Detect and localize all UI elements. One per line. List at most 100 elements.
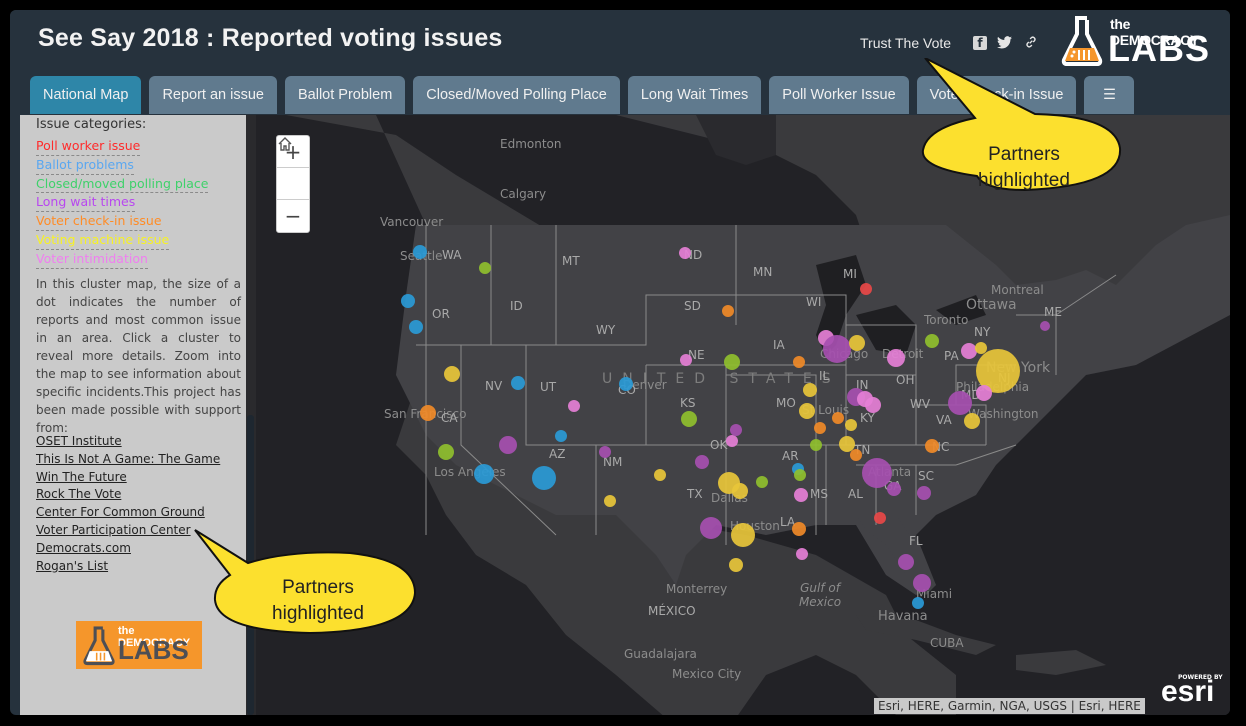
cluster-dot-checkin[interactable] (793, 356, 805, 368)
cluster-dot-machine[interactable] (729, 558, 743, 572)
state-label: MO (776, 396, 796, 410)
partner-link[interactable]: OSET Institute (36, 433, 220, 451)
cluster-dot-closed[interactable] (794, 469, 806, 481)
cluster-dot-machine[interactable] (799, 403, 815, 419)
cluster-dot-ballot[interactable] (401, 294, 415, 308)
cluster-dot-closed[interactable] (810, 439, 822, 451)
place-label: CUBA (930, 636, 964, 650)
cluster-dot-checkin[interactable] (420, 405, 436, 421)
cluster-dot-ballot[interactable] (409, 320, 423, 334)
zoom-out-button[interactable]: − (277, 200, 309, 231)
facebook-icon[interactable]: f (973, 36, 987, 50)
state-label: WI (806, 295, 822, 309)
twitter-icon[interactable] (996, 34, 1012, 50)
place-label: Monterrey (666, 582, 728, 596)
category-long-wait-times[interactable]: Long wait times (36, 193, 136, 213)
cluster-dot-wait[interactable] (862, 458, 892, 488)
partner-link[interactable]: Center For Common Ground (36, 504, 220, 522)
category-voter-check-in-issue[interactable]: Voter check-in issue (36, 212, 162, 231)
cluster-dot-machine[interactable] (964, 413, 980, 429)
partner-link[interactable]: Win The Future (36, 469, 220, 487)
cluster-dot-checkin[interactable] (925, 439, 939, 453)
category-poll-worker-issue[interactable]: Poll worker issue (36, 137, 141, 156)
cluster-dot-intimidation[interactable] (726, 435, 738, 447)
place-label: Ottawa (966, 297, 1017, 313)
cluster-dot-intimidation[interactable] (794, 488, 808, 502)
cluster-dot-machine[interactable] (654, 469, 666, 481)
map-description: In this cluster map, the size of a dot i… (36, 277, 241, 435)
state-label: IA (773, 338, 785, 352)
cluster-dot-checkin[interactable] (850, 449, 862, 461)
cluster-dot-intimidation[interactable] (976, 385, 992, 401)
cluster-dot-machine[interactable] (849, 335, 865, 351)
cluster-dot-closed[interactable] (438, 444, 454, 460)
trust-the-vote-link[interactable]: Trust The Vote (860, 35, 951, 51)
partner-link[interactable]: This Is Not A Game: The Game (36, 451, 220, 469)
cluster-dot-poll-worker[interactable] (860, 283, 872, 295)
tab-ballot-problem[interactable]: Ballot Problem (285, 76, 406, 114)
category-ballot-problems[interactable]: Ballot problems (36, 156, 134, 175)
cluster-dot-wait[interactable] (917, 486, 931, 500)
partner-link[interactable]: Rock The Vote (36, 486, 220, 504)
cluster-dot-wait[interactable] (695, 455, 709, 469)
cluster-dot-wait[interactable] (730, 424, 742, 436)
cluster-dot-wait[interactable] (948, 391, 972, 415)
cluster-dot-poll-worker[interactable] (874, 512, 886, 524)
home-button[interactable] (277, 137, 309, 200)
tab-report-an-issue[interactable]: Report an issue (149, 76, 277, 114)
cluster-dot-machine[interactable] (444, 366, 460, 382)
cluster-dot-wait[interactable] (898, 554, 914, 570)
cluster-dot-wait[interactable] (700, 517, 722, 539)
cluster-dot-ballot[interactable] (619, 377, 633, 391)
state-label: SD (684, 299, 701, 313)
cluster-dot-checkin[interactable] (814, 422, 826, 434)
cluster-dot-machine[interactable] (604, 495, 616, 507)
cluster-dot-intimidation[interactable] (796, 548, 808, 560)
tab-national-map[interactable]: National Map (30, 76, 142, 114)
cluster-dot-intimidation[interactable] (680, 354, 692, 366)
cluster-dot-ballot[interactable] (555, 430, 567, 442)
link-icon[interactable] (1023, 34, 1039, 50)
state-label: MS (810, 487, 828, 501)
cluster-dot-intimidation[interactable] (568, 400, 580, 412)
cluster-dot-machine[interactable] (845, 419, 857, 431)
cluster-dot-ballot[interactable] (511, 376, 525, 390)
cluster-dot-intimidation[interactable] (857, 391, 873, 407)
category-closed-moved-polling-place[interactable]: Closed/moved polling place (36, 175, 209, 194)
cluster-dot-wait[interactable] (913, 574, 931, 592)
category-voting-machine-issue[interactable]: Voting machine issue (36, 231, 170, 250)
cluster-dot-closed[interactable] (925, 334, 939, 348)
cluster-dot-checkin[interactable] (832, 412, 844, 424)
cluster-dot-intimidation[interactable] (679, 247, 691, 259)
cluster-dot-closed[interactable] (756, 476, 768, 488)
place-label: Mexico City (672, 667, 742, 681)
cluster-dot-wait[interactable] (887, 482, 901, 496)
cluster-dot-wait[interactable] (1040, 321, 1050, 331)
tab-poll-worker-issue[interactable]: Poll Worker Issue (769, 76, 909, 114)
cluster-dot-wait[interactable] (499, 436, 517, 454)
cluster-dot-checkin[interactable] (722, 305, 734, 317)
cluster-dot-ballot[interactable] (912, 597, 924, 609)
state-label: WY (596, 323, 616, 337)
tab-long-wait-times[interactable]: Long Wait Times (627, 76, 762, 114)
cluster-dot-machine[interactable] (732, 483, 748, 499)
page-title: See Say 2018 : Reported voting issues (38, 24, 503, 52)
cluster-dot-machine[interactable] (731, 523, 755, 547)
issue-category-list: Poll worker issue Ballot problems Closed… (36, 137, 209, 269)
place-label: Calgary (500, 187, 547, 201)
state-label: OK (710, 438, 728, 452)
cluster-dot-ballot[interactable] (474, 464, 494, 484)
cluster-dot-machine[interactable] (803, 383, 817, 397)
cluster-dot-wait[interactable] (599, 446, 611, 458)
cluster-dot-closed[interactable] (724, 354, 740, 370)
cluster-dot-ballot[interactable] (532, 466, 556, 490)
cluster-dot-closed[interactable] (479, 262, 491, 274)
cluster-dot-wait[interactable] (823, 335, 851, 363)
cluster-dot-checkin[interactable] (792, 522, 806, 536)
cluster-dot-intimidation[interactable] (887, 349, 905, 367)
category-voter-intimidation[interactable]: Voter intimidation (36, 250, 148, 269)
cluster-dot-closed[interactable] (681, 411, 697, 427)
democracy-labs-sidebar-logo[interactable]: the DEMOCRACY LABS (76, 621, 202, 669)
tab-closed-moved-polling-place[interactable]: Closed/Moved Polling Place (413, 76, 620, 114)
cluster-dot-ballot[interactable] (413, 245, 427, 259)
